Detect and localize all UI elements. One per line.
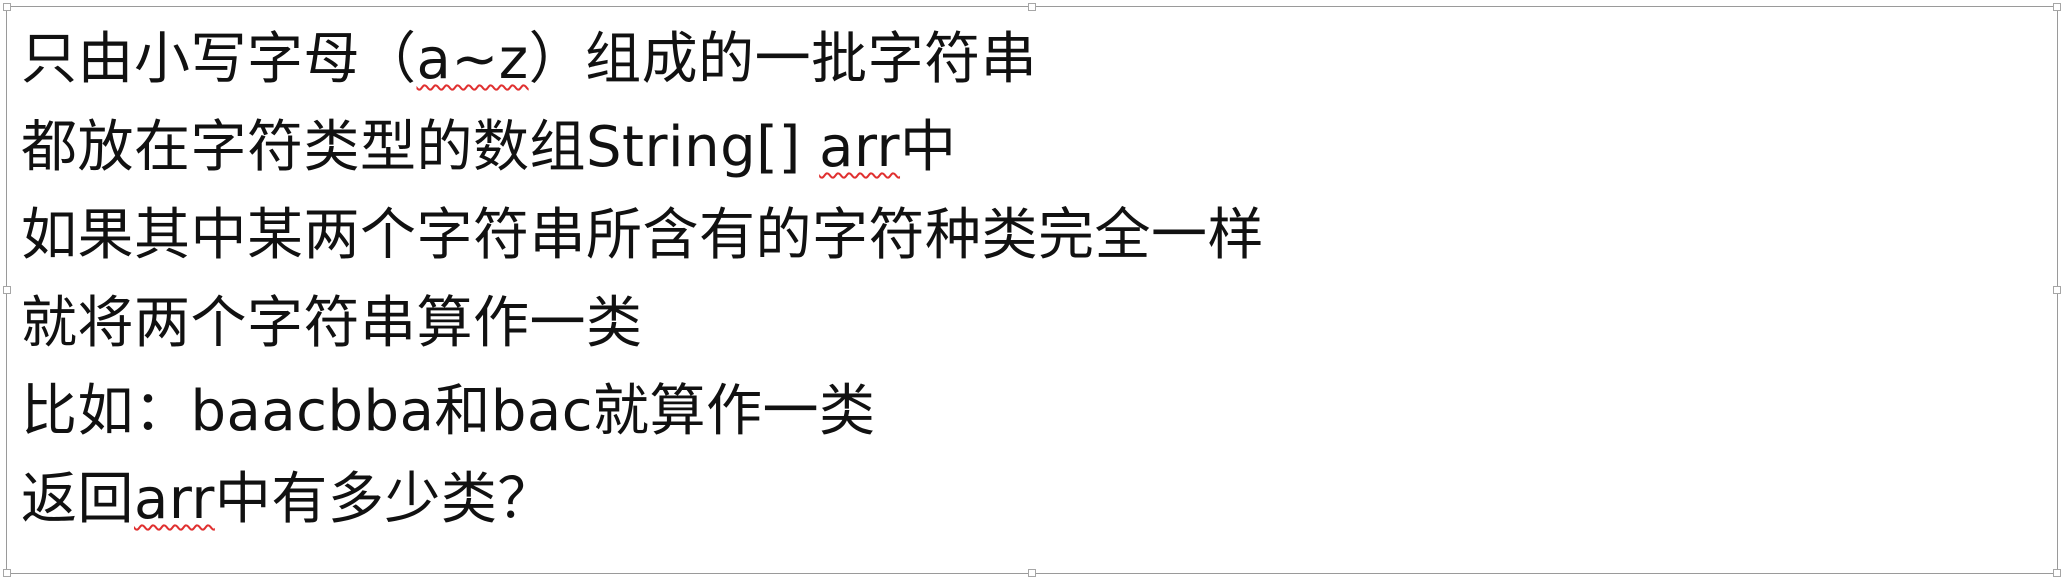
spellcheck-flagged-word: arr (819, 115, 901, 180)
text-line: 如果其中某两个字符串所含有的字符种类完全一样 (21, 193, 2043, 281)
resize-handle-top-right[interactable] (2053, 3, 2061, 11)
resize-handle-bottom-right[interactable] (2053, 569, 2061, 577)
resize-handle-right[interactable] (2053, 286, 2061, 294)
text-line: 只由小写字母（a~z）组成的一批字符串 (21, 17, 2043, 105)
text-content[interactable]: 只由小写字母（a~z）组成的一批字符串 都放在字符类型的数组String[] a… (21, 17, 2043, 545)
text-run: 比如：baacbba和bac就算作一类 (21, 379, 876, 444)
text-run: ）组成的一批字符串 (528, 27, 1038, 92)
text-line: 都放在字符类型的数组String[] arr中 (21, 105, 2043, 193)
text-box[interactable]: 只由小写字母（a~z）组成的一批字符串 都放在字符类型的数组String[] a… (3, 3, 2061, 577)
resize-handle-top[interactable] (1028, 3, 1036, 11)
text-line: 比如：baacbba和bac就算作一类 (21, 369, 2043, 457)
text-line: 就将两个字符串算作一类 (21, 281, 2043, 369)
text-run: 返回 (21, 467, 134, 532)
text-run: 中 (900, 115, 957, 180)
resize-handle-left[interactable] (3, 286, 11, 294)
text-run: 都放在字符类型的数组String[] (21, 115, 820, 180)
text-run: 只由小写字母（ (21, 27, 417, 92)
text-run: 如果其中某两个字符串所含有的字符种类完全一样 (21, 203, 1264, 268)
text-line: 返回arr中有多少类？ (21, 457, 2043, 545)
resize-handle-top-left[interactable] (3, 3, 11, 11)
resize-handle-bottom-left[interactable] (3, 569, 11, 577)
resize-handle-bottom[interactable] (1028, 569, 1036, 577)
text-run: 就将两个字符串算作一类 (21, 291, 643, 356)
spellcheck-flagged-word: a~z (416, 27, 529, 92)
text-run: 中有多少类？ (214, 467, 554, 532)
spellcheck-flagged-word: arr (134, 467, 215, 532)
